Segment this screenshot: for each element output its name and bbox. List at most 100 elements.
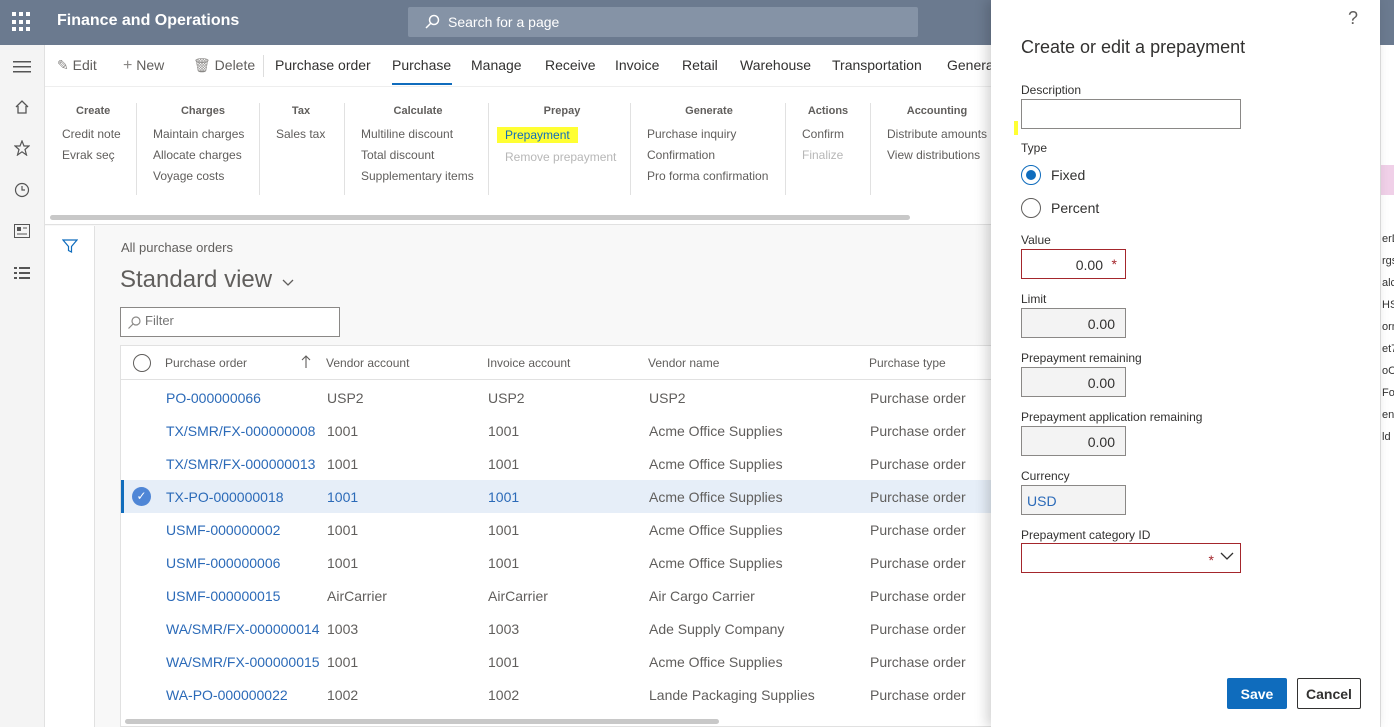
- purchase-order-link[interactable]: TX/SMR/FX-000000008: [166, 423, 315, 439]
- app-launcher-icon[interactable]: [12, 12, 32, 32]
- tab-manage[interactable]: Manage: [471, 57, 522, 73]
- clock-icon[interactable]: [12, 180, 32, 200]
- currency-label: Currency: [1021, 469, 1070, 483]
- modules-list-icon[interactable]: [12, 263, 32, 283]
- new-button[interactable]: + New: [123, 57, 164, 75]
- tab-warehouse[interactable]: Warehouse: [740, 57, 811, 73]
- filter-box[interactable]: [120, 307, 340, 337]
- filter-input[interactable]: [145, 313, 325, 328]
- credit-note-button[interactable]: Credit note: [62, 127, 122, 141]
- column-header-vendor-name[interactable]: Vendor name: [648, 356, 719, 370]
- multiline-discount-button[interactable]: Multiline discount: [361, 127, 475, 141]
- grid-horizontal-scrollbar[interactable]: [125, 719, 719, 724]
- view-selector[interactable]: Standard view: [120, 266, 294, 294]
- type-percent-radio[interactable]: [1021, 198, 1041, 218]
- table-row[interactable]: USMF-000000015 AirCarrier AirCarrier Air…: [121, 579, 992, 612]
- help-icon[interactable]: ?: [1348, 8, 1358, 29]
- tab-purchase-order[interactable]: Purchase order: [275, 57, 371, 73]
- sort-ascending-icon[interactable]: [301, 355, 311, 369]
- description-field[interactable]: [1021, 99, 1241, 129]
- total-discount-button[interactable]: Total discount: [361, 148, 475, 162]
- column-header-purchase-type[interactable]: Purchase type: [869, 356, 946, 370]
- purchase-order-link[interactable]: USMF-000000006: [166, 555, 280, 571]
- tab-transportation[interactable]: Transportation: [832, 57, 922, 73]
- remove-prepayment-button[interactable]: Remove prepayment: [505, 150, 619, 164]
- prepayment-remaining-label: Prepayment remaining: [1021, 351, 1142, 365]
- vendor-account-cell: 1001: [327, 423, 359, 439]
- table-row[interactable]: USMF-000000002 1001 1001 Acme Office Sup…: [121, 513, 992, 546]
- allocate-charges-button[interactable]: Allocate charges: [153, 148, 253, 162]
- purchase-inquiry-button[interactable]: Purchase inquiry: [647, 127, 771, 141]
- purchase-order-link[interactable]: TX-PO-000000018: [166, 489, 284, 505]
- evrak-sec-button[interactable]: Evrak seç: [62, 148, 122, 162]
- table-row[interactable]: USMF-000000006 1001 1001 Acme Office Sup…: [121, 546, 992, 579]
- page-search-box[interactable]: Search for a page: [408, 7, 918, 37]
- vendor-name-cell: Acme Office Supplies: [649, 456, 783, 472]
- purchase-order-link[interactable]: WA/SMR/FX-000000014: [166, 621, 320, 637]
- divider: [259, 103, 260, 195]
- finalize-button[interactable]: Finalize: [802, 148, 854, 162]
- table-row-selected[interactable]: ✓ TX-PO-000000018 1001 1001 Acme Office …: [121, 480, 992, 513]
- table-row[interactable]: WA/SMR/FX-000000015 1001 1001 Acme Offic…: [121, 645, 992, 678]
- pro-forma-confirmation-button[interactable]: Pro forma confirmation: [647, 169, 771, 183]
- purchase-order-link[interactable]: WA-PO-000000022: [166, 687, 288, 703]
- table-row[interactable]: PO-000000066 USP2 USP2 USP2 Purchase ord…: [121, 381, 992, 414]
- supplementary-items-button[interactable]: Supplementary items: [361, 169, 475, 183]
- tab-retail[interactable]: Retail: [682, 57, 718, 73]
- purchase-order-link[interactable]: PO-000000066: [166, 390, 261, 406]
- maintain-charges-button[interactable]: Maintain charges: [153, 127, 253, 141]
- cancel-button[interactable]: Cancel: [1297, 678, 1361, 709]
- save-button[interactable]: Save: [1227, 678, 1287, 709]
- confirmation-button[interactable]: Confirmation: [647, 148, 771, 162]
- chevron-down-icon[interactable]: [1220, 552, 1234, 561]
- currency-value[interactable]: USD: [1027, 493, 1057, 509]
- purchase-order-link[interactable]: USMF-000000015: [166, 588, 280, 604]
- type-fixed-radio[interactable]: [1021, 165, 1041, 185]
- tab-receive[interactable]: Receive: [545, 57, 596, 73]
- invoice-account-cell: 1001: [488, 555, 520, 571]
- plus-icon: +: [123, 57, 133, 74]
- action-pane-scrollbar[interactable]: [50, 215, 910, 220]
- view-distributions-button[interactable]: View distributions: [887, 148, 987, 162]
- row-checkmark-icon[interactable]: ✓: [132, 487, 151, 506]
- purchase-order-link[interactable]: WA/SMR/FX-000000015: [166, 654, 320, 670]
- search-icon: [425, 14, 440, 29]
- edit-button[interactable]: ✎ Edit: [57, 57, 97, 74]
- vendor-account-cell[interactable]: 1001: [327, 489, 358, 505]
- confirm-button[interactable]: Confirm: [802, 127, 854, 141]
- prepayment-button[interactable]: Prepayment: [497, 127, 578, 143]
- tab-purchase[interactable]: Purchase: [392, 57, 451, 73]
- value-field[interactable]: 0.00 *: [1021, 249, 1126, 279]
- background-text: For: [1382, 387, 1394, 399]
- background-text: erD: [1382, 233, 1394, 245]
- group-title: Accounting: [906, 105, 968, 117]
- table-row[interactable]: WA/SMR/FX-000000014 1003 1003 Ade Supply…: [121, 612, 992, 645]
- prepayment-category-dropdown[interactable]: *: [1021, 543, 1241, 573]
- table-row[interactable]: TX/SMR/FX-000000013 1001 1001 Acme Offic…: [121, 447, 992, 480]
- purchase-order-link[interactable]: USMF-000000002: [166, 522, 280, 538]
- delete-button[interactable]: 🗑 Delete: [193, 57, 255, 74]
- home-icon[interactable]: [12, 97, 32, 117]
- table-row[interactable]: TX/SMR/FX-000000008 1001 1001 Acme Offic…: [121, 414, 992, 447]
- column-header-vendor-account[interactable]: Vendor account: [326, 356, 409, 370]
- column-header-purchase-order[interactable]: Purchase order: [165, 356, 247, 370]
- hamburger-icon[interactable]: [12, 57, 32, 77]
- distribute-amounts-button[interactable]: Distribute amounts: [887, 127, 987, 141]
- group-prepay: Prepay Prepayment Remove prepayment: [497, 105, 619, 171]
- invoice-account-cell[interactable]: 1001: [488, 489, 519, 505]
- tab-general[interactable]: Genera: [947, 57, 994, 73]
- tab-invoice[interactable]: Invoice: [615, 57, 659, 73]
- voyage-costs-button[interactable]: Voyage costs: [153, 169, 253, 183]
- invoice-account-cell: USP2: [488, 390, 525, 406]
- table-row[interactable]: WA-PO-000000022 1002 1002 Lande Packagin…: [121, 678, 992, 711]
- dialog-title: Create or edit a prepayment: [1021, 37, 1246, 57]
- filter-icon[interactable]: [62, 238, 78, 254]
- sales-tax-button[interactable]: Sales tax: [276, 127, 326, 141]
- select-all-checkbox[interactable]: [133, 354, 151, 372]
- workspace-icon[interactable]: [12, 221, 32, 241]
- column-header-invoice-account[interactable]: Invoice account: [487, 356, 570, 370]
- search-icon: [128, 316, 141, 329]
- purchase-order-link[interactable]: TX/SMR/FX-000000013: [166, 456, 315, 472]
- group-title: Calculate: [393, 105, 443, 117]
- star-icon[interactable]: [12, 138, 32, 158]
